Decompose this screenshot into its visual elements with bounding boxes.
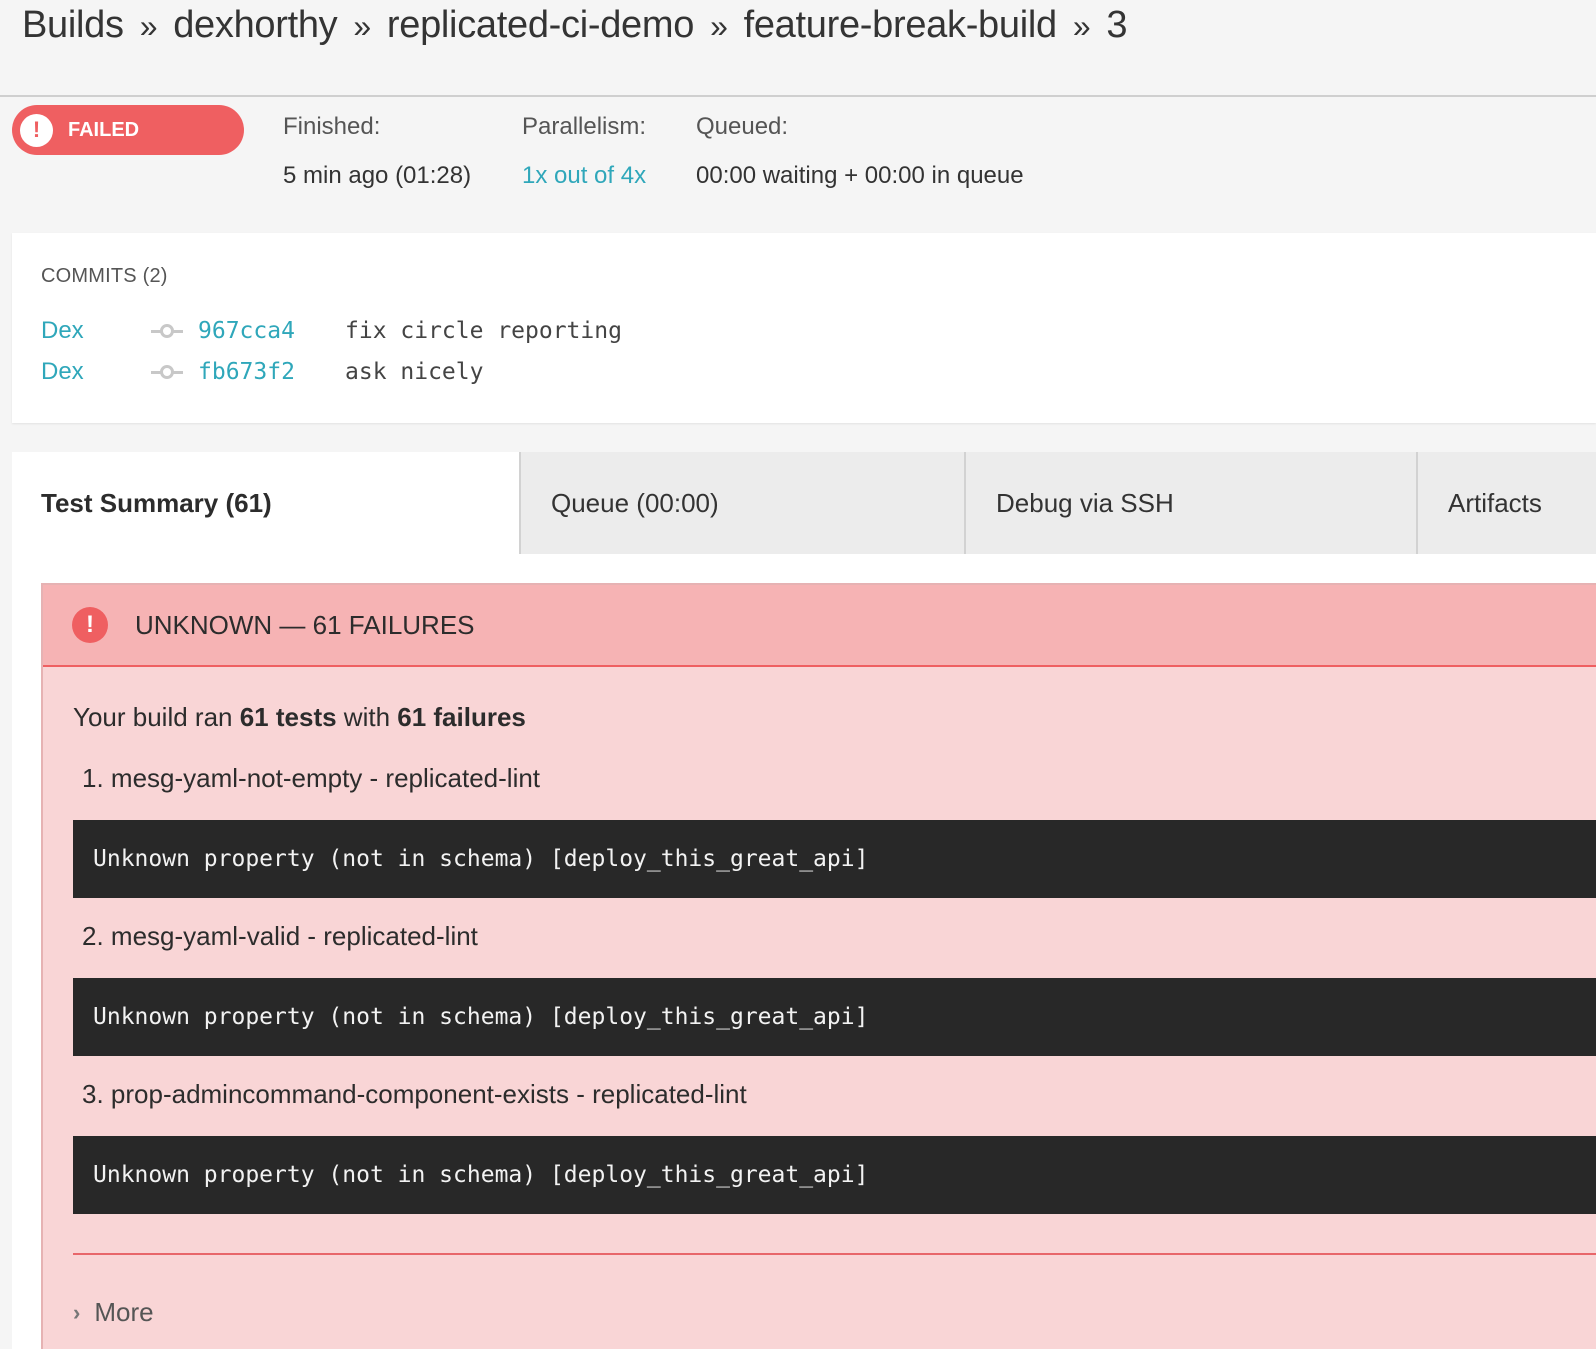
failed-test-output: Unknown property (not in schema) [deploy… (73, 820, 1596, 898)
breadcrumb-build-number: 3 (1106, 4, 1128, 46)
commits-title: COMMITS (2) (41, 265, 168, 287)
breadcrumb-branch[interactable]: feature-break-build (744, 4, 1058, 46)
commit-row: Dex 967cca4 fix circle reporting (41, 313, 622, 349)
status-badge: ! FAILED (12, 105, 244, 155)
summary-prefix: Your build ran (73, 702, 240, 732)
tab-bar: Test Summary (61) Queue (00:00) Debug vi… (12, 452, 1596, 554)
breadcrumb-builds[interactable]: Builds (22, 4, 124, 46)
commit-sha[interactable]: 967cca4 (198, 318, 345, 344)
commit-sha[interactable]: fb673f2 (198, 359, 345, 385)
more-label: More (94, 1297, 154, 1327)
header-divider (0, 95, 1596, 97)
breadcrumb-separator: » (1072, 8, 1091, 44)
exclamation-icon: ! (20, 113, 53, 147)
commit-row: Dex fb673f2 ask nicely (41, 354, 483, 390)
commit-message: fix circle reporting (345, 318, 622, 344)
queued-value: 00:00 waiting + 00:00 in queue (696, 162, 1024, 189)
failed-test-name: 1. mesg-yaml-not-empty - replicated-lint (82, 763, 541, 793)
failed-test-output: Unknown property (not in schema) [deploy… (73, 1136, 1596, 1214)
failed-test-output: Unknown property (not in schema) [deploy… (73, 978, 1596, 1056)
exclamation-icon: ! (72, 607, 108, 643)
more-toggle[interactable]: › More (73, 1297, 154, 1328)
breadcrumb: Builds » dexhorthy » replicated-ci-demo » feat… (22, 4, 1127, 47)
finished-info: Finished: 5 min ago (01:28) (283, 113, 471, 190)
commit-author[interactable]: Dex (41, 358, 151, 386)
chevron-right-icon: › (73, 1299, 81, 1325)
finished-value: 5 min ago (01:28) (283, 162, 472, 189)
queued-label: Queued: (696, 113, 789, 140)
parallelism-link[interactable]: 1x out of 4x (522, 162, 646, 190)
tab-artifacts[interactable]: Artifacts (1416, 452, 1596, 554)
test-summary-text: Your build ran 61 tests with 61 failures (73, 702, 526, 733)
parallelism-info: Parallelism: 1x out of 4x (522, 113, 646, 190)
summary-middle: with (336, 702, 398, 732)
commit-author[interactable]: Dex (41, 317, 151, 345)
breadcrumb-org[interactable]: dexhorthy (173, 4, 337, 46)
summary-failure-count: 61 failures (397, 702, 526, 732)
failed-test-name: 3. prop-admincommand-component-exists - … (82, 1079, 747, 1109)
parallelism-label: Parallelism: (522, 113, 647, 140)
breadcrumb-separator: » (710, 8, 728, 44)
failed-test-name: 2. mesg-yaml-valid - replicated-lint (82, 921, 478, 951)
commit-message: ask nicely (345, 359, 484, 385)
tab-test-summary[interactable]: Test Summary (61) (12, 452, 519, 554)
failures-header: ! UNKNOWN — 61 FAILURES (43, 585, 1596, 667)
tab-queue[interactable]: Queue (00:00) (519, 452, 964, 554)
commits-card: COMMITS (2) Dex 967cca4 fix circle repor… (12, 233, 1596, 423)
build-details-card: Test Summary (61) Queue (00:00) Debug vi… (12, 452, 1596, 1349)
failures-panel: ! UNKNOWN — 61 FAILURES Your build ran 6… (41, 583, 1596, 1349)
commit-icon (151, 362, 198, 382)
failures-title: UNKNOWN — 61 FAILURES (135, 609, 475, 640)
queued-info: Queued: 00:00 waiting + 00:00 in queue (696, 113, 1024, 190)
breadcrumb-separator: » (353, 8, 371, 44)
tab-debug-ssh[interactable]: Debug via SSH (964, 452, 1416, 554)
failures-divider (73, 1253, 1596, 1255)
summary-test-count: 61 tests (239, 702, 337, 732)
finished-label: Finished: (283, 113, 381, 140)
breadcrumb-separator: » (139, 8, 158, 44)
commit-icon (151, 321, 198, 341)
status-label: FAILED (68, 118, 140, 141)
breadcrumb-project[interactable]: replicated-ci-demo (387, 4, 694, 46)
